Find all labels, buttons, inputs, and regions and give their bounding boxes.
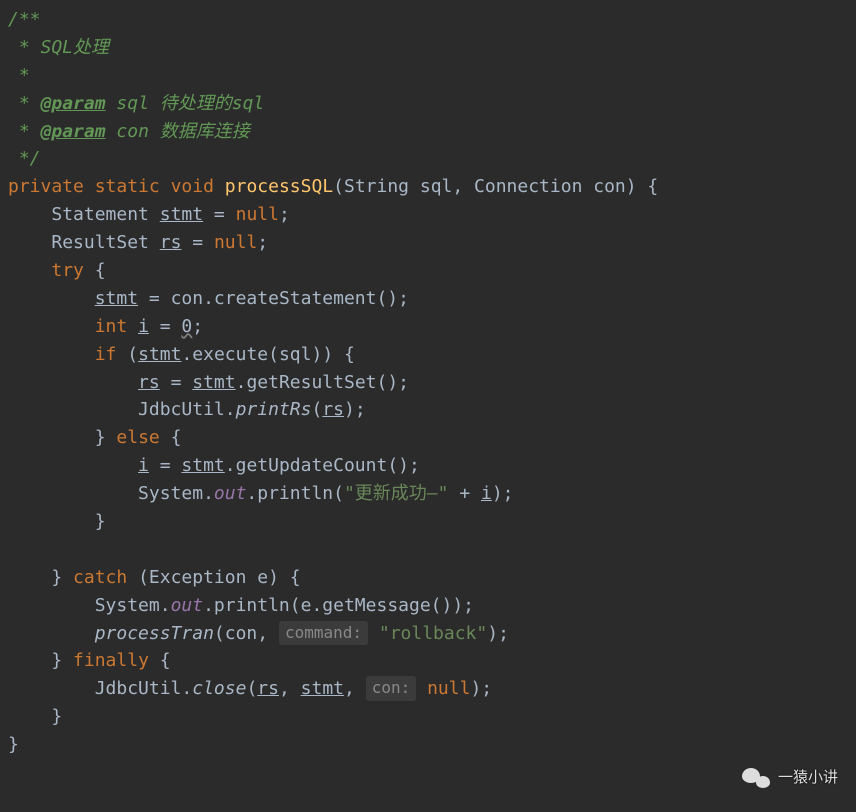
var-i: i xyxy=(138,316,149,337)
code-block: /** * SQL处理 * * @param sql 待处理的sql * @pa… xyxy=(0,0,856,765)
keyword-private: private xyxy=(8,176,84,197)
javadoc-param2: * @param con 数据库连接 xyxy=(8,121,250,142)
var-rs: rs xyxy=(322,399,344,420)
keyword-finally: finally xyxy=(73,650,149,671)
type-statement: Statement xyxy=(51,204,159,225)
if-open: ( xyxy=(116,344,138,365)
var-i: i xyxy=(481,483,492,504)
brace-close: } xyxy=(51,567,62,588)
param-hint-con: con: xyxy=(366,676,417,701)
keyword-static: static xyxy=(95,176,160,197)
method-name: processSQL xyxy=(225,176,333,197)
brace-open: { xyxy=(84,260,106,281)
keyword-else: else xyxy=(116,427,159,448)
param-tag: @param xyxy=(41,93,106,114)
semicolon: ; xyxy=(257,232,268,253)
keyword-catch: catch xyxy=(73,567,127,588)
var-stmt: stmt xyxy=(138,344,181,365)
brace-close: } xyxy=(8,734,19,755)
system-class: System. xyxy=(95,595,171,616)
if-execute: .execute(sql)) { xyxy=(181,344,354,365)
equals: = xyxy=(149,455,182,476)
paren-open: (con, xyxy=(214,623,279,644)
javadoc-blank: * xyxy=(8,65,30,86)
param-hint-command: command: xyxy=(279,621,368,646)
var-stmt: stmt xyxy=(160,204,203,225)
wechat-icon xyxy=(742,766,770,790)
plus-op: + xyxy=(448,483,481,504)
close-method: close xyxy=(192,678,246,699)
println-call: .println( xyxy=(203,595,301,616)
var-rs: rs xyxy=(160,232,182,253)
paren-close: ); xyxy=(492,483,514,504)
string-rollback: "rollback" xyxy=(379,623,487,644)
paren-open: ( xyxy=(246,678,257,699)
get-update-count: .getUpdateCount(); xyxy=(225,455,420,476)
equals: = xyxy=(160,372,193,393)
paren-open: ( xyxy=(311,399,322,420)
get-resultset: .getResultSet(); xyxy=(236,372,409,393)
brace-close: } xyxy=(95,511,106,532)
equals: = xyxy=(181,232,214,253)
paren-close: ); xyxy=(470,678,492,699)
method-signature: (String sql, Connection con) { xyxy=(333,176,658,197)
param-desc: 数据库连接 xyxy=(160,121,250,142)
javadoc-close: */ xyxy=(8,148,41,169)
javadoc-title: * SQL处理 xyxy=(8,37,109,58)
equals: = xyxy=(203,204,236,225)
println-call: .println( xyxy=(246,483,344,504)
brace-close: } xyxy=(51,650,62,671)
brace-open: { xyxy=(160,427,182,448)
brace-close: } xyxy=(51,706,62,727)
javadoc-param1: * @param sql 待处理的sql xyxy=(8,93,264,114)
keyword-int: int xyxy=(95,316,128,337)
comma: , xyxy=(279,678,301,699)
type-resultset: ResultSet xyxy=(51,232,159,253)
var-i: i xyxy=(138,455,149,476)
printrs-method: printRs xyxy=(236,399,312,420)
var-stmt: stmt xyxy=(181,455,224,476)
param-tag: @param xyxy=(41,121,106,142)
brace-open: { xyxy=(149,650,171,671)
getmessage-call: e.getMessage()); xyxy=(301,595,474,616)
keyword-null: null xyxy=(427,678,470,699)
var-stmt: stmt xyxy=(192,372,235,393)
processtran-method: processTran xyxy=(95,623,214,644)
paren-close: ); xyxy=(487,623,509,644)
param-name: con xyxy=(116,121,149,142)
param-name: sql xyxy=(116,93,149,114)
var-stmt: stmt xyxy=(301,678,344,699)
assign-expr: = con.createStatement(); xyxy=(138,288,409,309)
comma: , xyxy=(344,678,366,699)
brace-close: } xyxy=(95,427,106,448)
literal-zero: 0 xyxy=(181,316,192,337)
var-rs: rs xyxy=(257,678,279,699)
semicolon: ; xyxy=(279,204,290,225)
system-class: System. xyxy=(138,483,214,504)
semicolon: ; xyxy=(192,316,203,337)
keyword-null: null xyxy=(236,204,279,225)
keyword-try: try xyxy=(51,260,84,281)
var-stmt: stmt xyxy=(95,288,138,309)
param-desc: 待处理的sql xyxy=(160,93,265,114)
jdbcutil-class: JdbcUtil. xyxy=(95,678,193,699)
keyword-void: void xyxy=(171,176,214,197)
jdbcutil-class: JdbcUtil. xyxy=(138,399,236,420)
out-field: out xyxy=(214,483,247,504)
var-rs: rs xyxy=(138,372,160,393)
javadoc-open: /** xyxy=(8,9,41,30)
string-literal: "更新成功–" xyxy=(344,483,449,504)
out-field: out xyxy=(171,595,204,616)
paren-close: ); xyxy=(344,399,366,420)
keyword-if: if xyxy=(95,344,117,365)
watermark-text: 一猿小讲 xyxy=(778,766,838,789)
catch-signature: (Exception e) { xyxy=(127,567,300,588)
keyword-null: null xyxy=(214,232,257,253)
watermark: 一猿小讲 xyxy=(742,766,838,790)
equals: = xyxy=(149,316,182,337)
